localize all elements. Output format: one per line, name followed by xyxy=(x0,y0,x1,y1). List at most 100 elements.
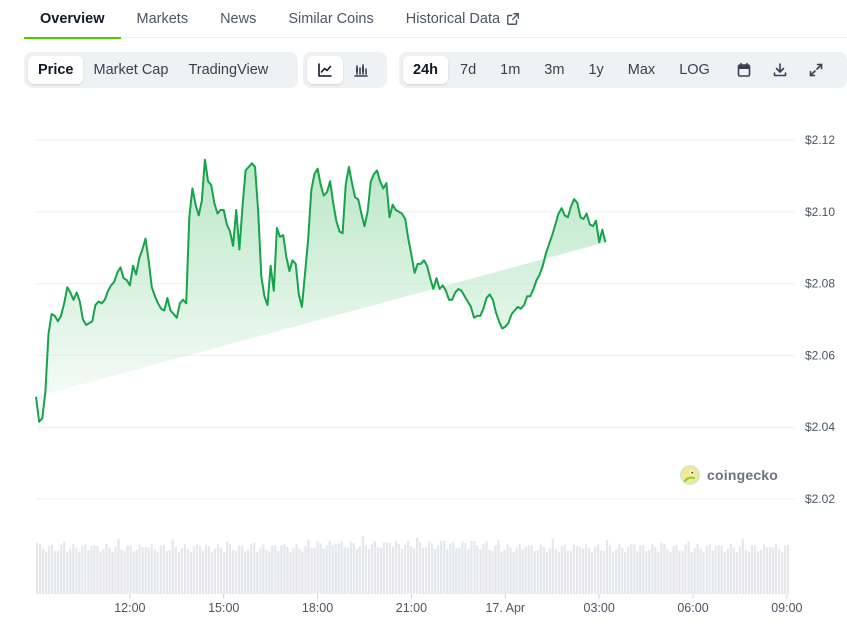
volume-bar xyxy=(241,545,244,594)
tab-overview[interactable]: Overview xyxy=(24,0,121,39)
volume-bar xyxy=(400,549,404,594)
volume-bar xyxy=(491,551,494,594)
range-24h-label: 24h xyxy=(413,62,438,78)
volume-bar xyxy=(563,544,566,594)
volume-bar xyxy=(542,546,545,594)
volume-bar xyxy=(99,551,102,594)
volume-bar xyxy=(295,544,298,594)
tab-historical-data[interactable]: Historical Data xyxy=(390,0,536,38)
volume-bar xyxy=(714,545,717,594)
volume-bar xyxy=(207,546,211,594)
volume-bar xyxy=(506,544,509,594)
x-tick-label: 15:00 xyxy=(208,601,239,615)
volume-bar xyxy=(615,549,618,594)
volume-bar xyxy=(597,544,600,594)
range-1m-button[interactable]: 1m xyxy=(488,56,532,84)
volume-bar xyxy=(319,543,322,594)
volume-bar xyxy=(325,545,328,594)
volume-bar xyxy=(627,547,630,594)
volume-bar xyxy=(379,548,382,594)
y-tick-label: $2.02 xyxy=(805,492,835,506)
range-max-button[interactable]: Max xyxy=(616,56,667,84)
volume-bar xyxy=(280,545,283,594)
volume-bar xyxy=(455,547,458,594)
volume-bar xyxy=(750,545,753,594)
candlestick-chart-button[interactable] xyxy=(343,56,379,84)
top-tab-bar: Overview Markets News Similar Coins Hist… xyxy=(24,0,847,39)
volume-bar xyxy=(768,547,772,594)
price-chart[interactable]: $2.12 $2.10 $2.08 $2.06 $2.04 $2.02 12:00 15:0… xyxy=(0,100,847,630)
tab-similar-coins-label: Similar Coins xyxy=(288,11,374,27)
fullscreen-button[interactable] xyxy=(798,56,834,84)
volume-bar xyxy=(452,541,455,594)
fullscreen-icon xyxy=(809,63,823,77)
tab-similar-coins[interactable]: Similar Coins xyxy=(272,0,389,38)
tab-news-label: News xyxy=(220,11,257,27)
volume-bar xyxy=(527,545,530,594)
volume-bar xyxy=(470,541,473,594)
volume-bar xyxy=(244,551,247,594)
range-24h-button[interactable]: 24h xyxy=(403,56,448,84)
volume-bar xyxy=(120,549,123,594)
volume-bar xyxy=(93,544,96,594)
volume-bar xyxy=(687,541,690,594)
volume-bar xyxy=(413,548,416,594)
volume-bar xyxy=(108,547,111,594)
volume-bar xyxy=(630,544,633,594)
tab-news[interactable]: News xyxy=(204,0,272,38)
volume-bar xyxy=(738,547,741,594)
volume-bar xyxy=(63,541,66,594)
tradingview-button[interactable]: TradingView xyxy=(178,56,278,84)
volume-bar xyxy=(322,548,325,594)
volume-bar xyxy=(159,545,162,594)
volume-bar xyxy=(590,551,594,594)
download-icon xyxy=(773,63,787,77)
volume-bar xyxy=(672,545,675,594)
volume-bar xyxy=(213,548,217,594)
volume-bar xyxy=(328,541,331,594)
volume-bar xyxy=(572,544,575,594)
volume-bar xyxy=(39,544,42,594)
download-button[interactable] xyxy=(762,56,798,84)
volume-bar xyxy=(102,549,105,594)
volume-bar xyxy=(708,544,711,594)
volume-bar xyxy=(192,546,195,594)
volume-bar xyxy=(114,547,117,594)
tradingview-button-label: TradingView xyxy=(188,62,269,78)
volume-bar xyxy=(787,545,790,594)
volume-bar xyxy=(253,542,256,594)
x-tick-label: 09:00 xyxy=(771,601,802,615)
calendar-button[interactable] xyxy=(726,56,762,84)
volume-bar xyxy=(198,545,202,594)
volume-bar xyxy=(509,547,512,594)
range-3m-button[interactable]: 3m xyxy=(532,56,576,84)
volume-bar xyxy=(771,547,775,594)
volume-bar xyxy=(316,541,319,594)
volume-bar xyxy=(437,545,440,594)
volume-bar xyxy=(168,550,171,594)
volume-bar xyxy=(271,545,274,594)
volume-bar xyxy=(618,544,621,594)
volume-bar xyxy=(732,548,735,594)
volume-bar xyxy=(232,550,235,594)
volume-bar xyxy=(51,544,54,594)
volume-bar xyxy=(434,548,437,594)
volume-bar xyxy=(334,543,337,594)
volume-bar xyxy=(624,552,627,594)
tab-overview-label: Overview xyxy=(40,11,105,27)
volume-bar xyxy=(81,546,84,594)
log-scale-button[interactable]: LOG xyxy=(667,56,722,84)
volume-bar xyxy=(126,545,129,594)
volume-bar xyxy=(343,547,346,594)
volume-bar xyxy=(702,551,705,594)
market-cap-button[interactable]: Market Cap xyxy=(83,56,178,84)
range-7d-button[interactable]: 7d xyxy=(448,56,488,84)
tab-markets[interactable]: Markets xyxy=(121,0,205,38)
volume-bar xyxy=(461,541,464,594)
volume-bar xyxy=(132,551,135,594)
line-chart-button[interactable] xyxy=(307,56,343,84)
price-button[interactable]: Price xyxy=(28,56,84,84)
volume-bar xyxy=(467,548,470,594)
y-tick-label: $2.04 xyxy=(805,420,835,434)
range-1y-button[interactable]: 1y xyxy=(576,56,615,84)
